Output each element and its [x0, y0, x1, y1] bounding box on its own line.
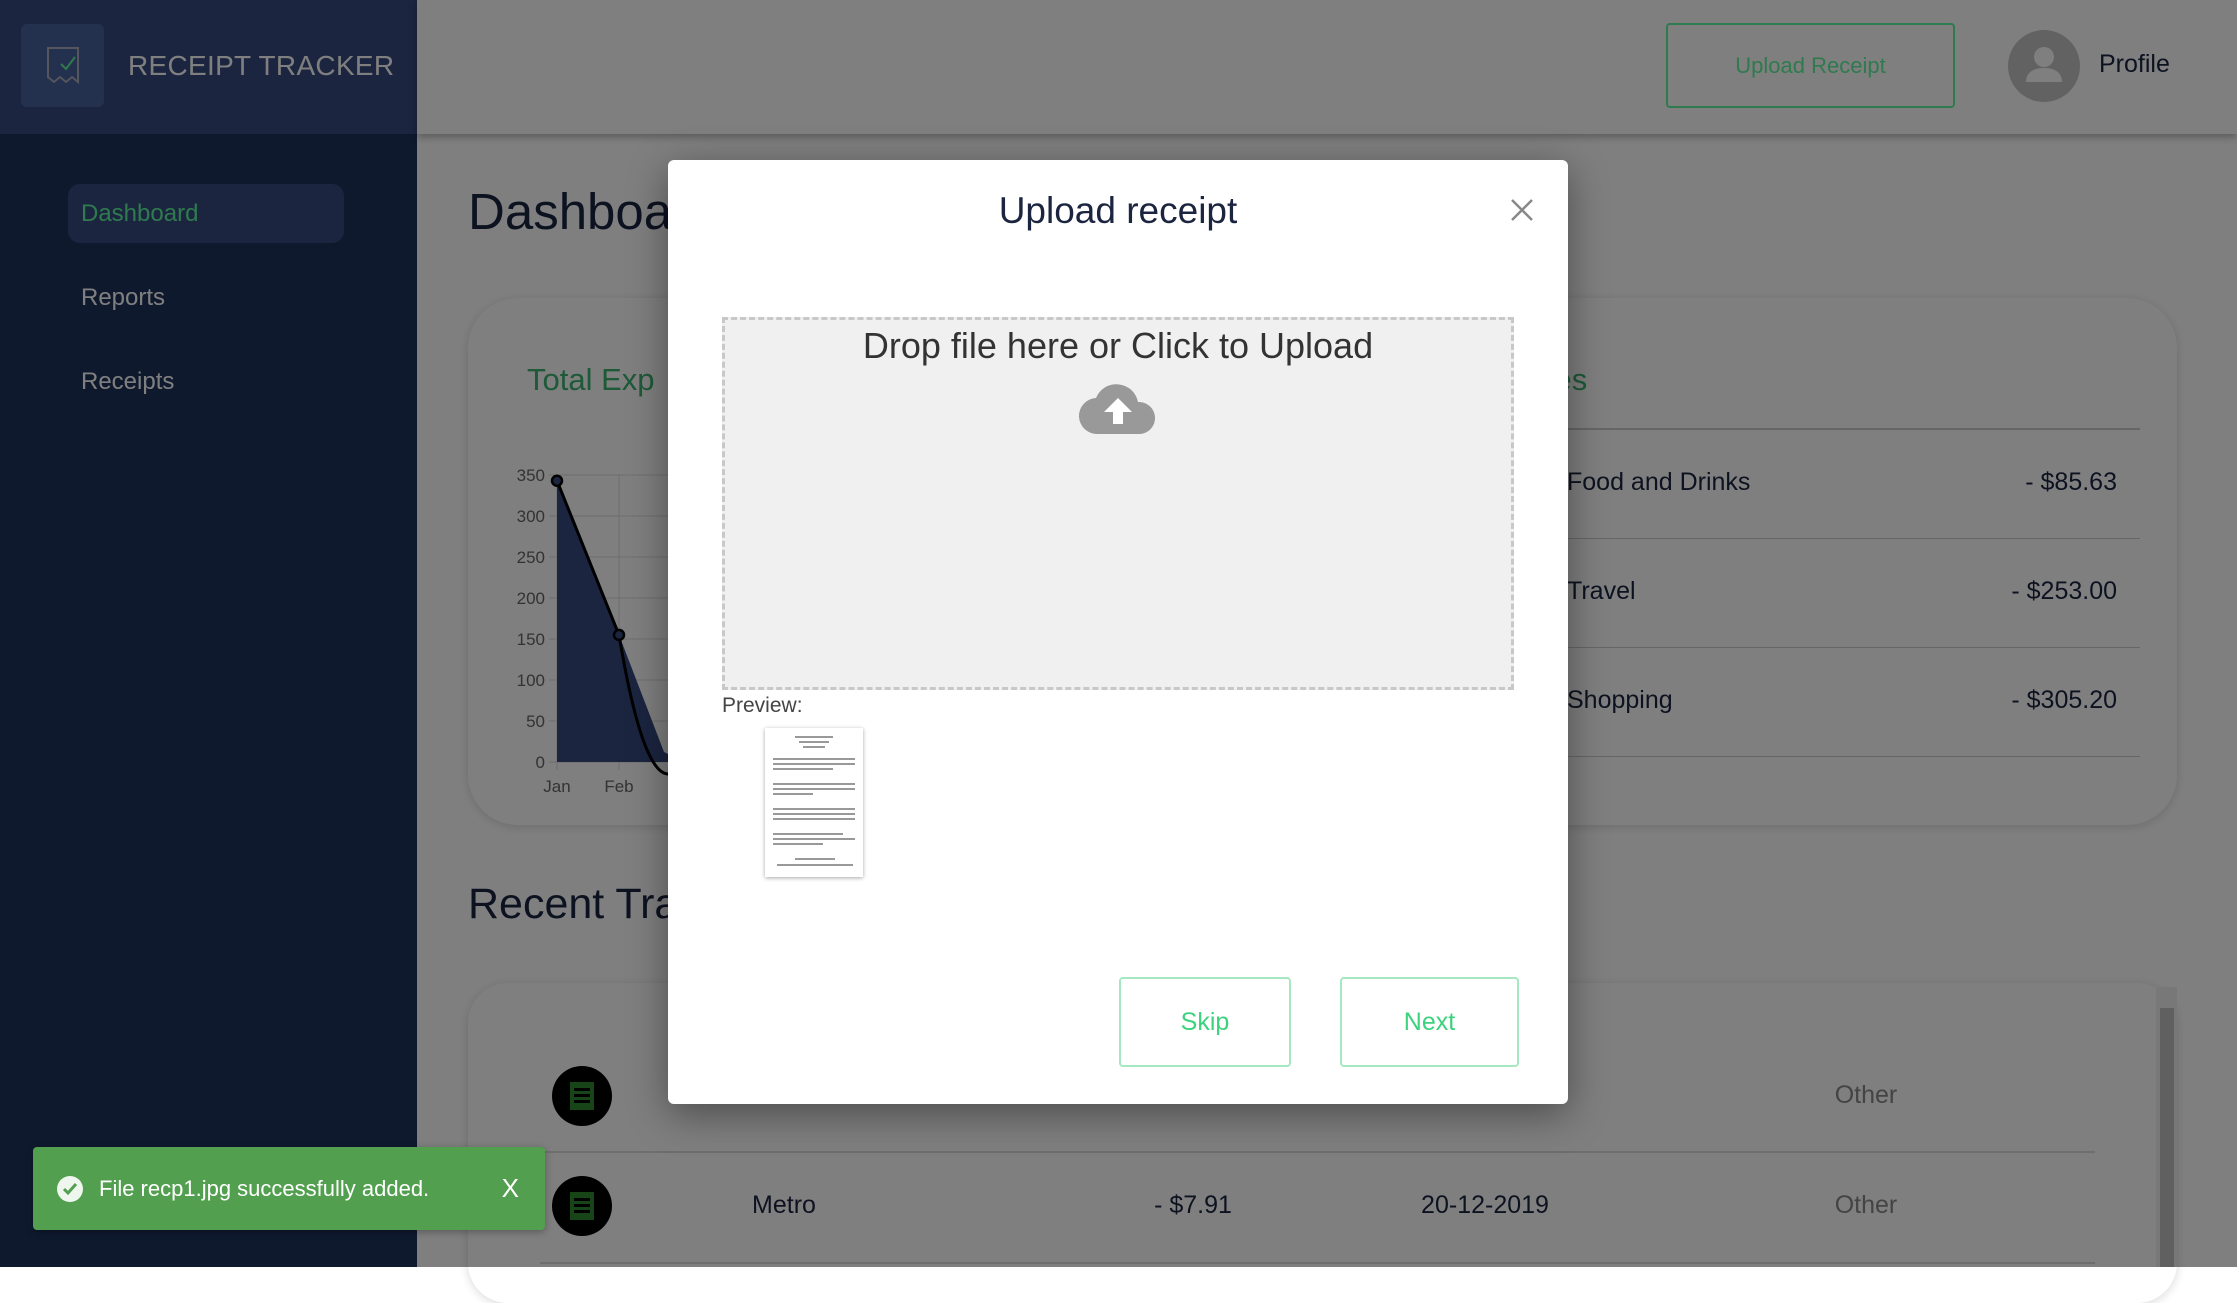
check-circle-icon [57, 1175, 83, 1202]
file-dropzone[interactable]: Drop file here or Click to Upload [722, 317, 1514, 690]
preview-label: Preview: [722, 694, 803, 717]
cloud-upload-icon [1078, 380, 1158, 441]
skip-button[interactable]: Skip [1119, 977, 1291, 1067]
modal-title: Upload receipt [998, 190, 1238, 231]
next-button[interactable]: Next [1340, 977, 1519, 1067]
toast-close-button[interactable]: X [502, 1173, 519, 1204]
success-toast: File recp1.jpg successfully added. X [33, 1147, 545, 1230]
dropzone-text: Drop file here or Click to Upload [862, 325, 1374, 366]
toast-message: File recp1.jpg successfully added. [99, 1175, 430, 1201]
upload-receipt-modal: Upload receipt Drop file here or Click t… [668, 160, 1568, 1104]
close-icon[interactable] [1502, 190, 1542, 230]
receipt-preview-thumbnail[interactable] [765, 728, 863, 877]
